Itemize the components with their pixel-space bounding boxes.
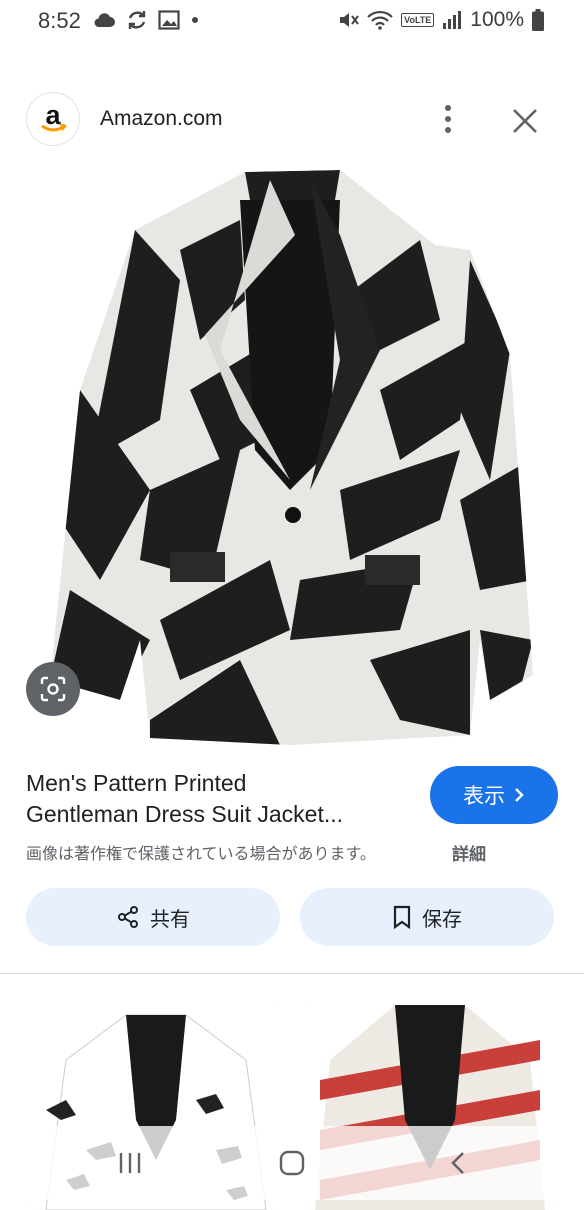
sync-icon (128, 11, 146, 29)
product-image[interactable] (40, 160, 540, 750)
lens-button[interactable] (26, 662, 80, 716)
dot-icon (192, 17, 198, 23)
title-line-1: Men's Pattern Printed (26, 770, 247, 796)
source-name[interactable]: Amazon.com (100, 107, 223, 131)
back-button[interactable] (438, 1148, 478, 1178)
home-icon (279, 1150, 305, 1176)
signal-icon (443, 11, 462, 29)
title-line-2: Gentleman Dress Suit Jacket... (26, 801, 344, 827)
save-button[interactable]: 保存 (300, 888, 554, 946)
recent-apps-button[interactable] (110, 1148, 150, 1178)
chevron-right-icon (515, 788, 524, 802)
copyright-notice: 画像は著作権で保護されている場合があります。 (26, 846, 376, 863)
status-right: VoLTE 100% (337, 8, 544, 32)
share-icon (118, 906, 138, 928)
divider (0, 973, 584, 974)
status-time: 8:52 (38, 8, 81, 33)
recent-apps-icon (119, 1153, 141, 1173)
details-link[interactable]: 詳細 (452, 840, 486, 865)
product-title[interactable]: Men's Pattern Printed Gentleman Dress Su… (26, 768, 406, 830)
image-icon (158, 10, 180, 30)
status-left-icons (92, 8, 200, 32)
share-button[interactable]: 共有 (26, 888, 280, 946)
view-button[interactable]: 表示 (430, 766, 558, 824)
smile-icon (41, 124, 67, 132)
lens-icon (40, 676, 66, 702)
share-label: 共有 (150, 908, 190, 931)
mute-icon (340, 13, 359, 27)
more-vert-icon[interactable] (436, 104, 460, 134)
amazon-logo[interactable]: a (26, 92, 80, 146)
wifi-icon (367, 10, 393, 30)
battery-icon (532, 9, 544, 31)
save-label: 保存 (422, 908, 462, 931)
close-icon[interactable] (510, 106, 540, 136)
cloud-icon (94, 13, 115, 27)
home-button[interactable] (272, 1148, 312, 1178)
view-label: 表示 (463, 785, 505, 808)
bookmark-icon (393, 905, 411, 929)
navigation-bar (0, 1126, 584, 1200)
source-header: a Amazon.com (0, 92, 584, 148)
status-bar: 8:52 VoLTE 100% (0, 0, 584, 42)
volte-icon: VoLTE (401, 13, 435, 27)
back-icon (451, 1152, 464, 1174)
battery-percentage: 100% (470, 8, 524, 31)
